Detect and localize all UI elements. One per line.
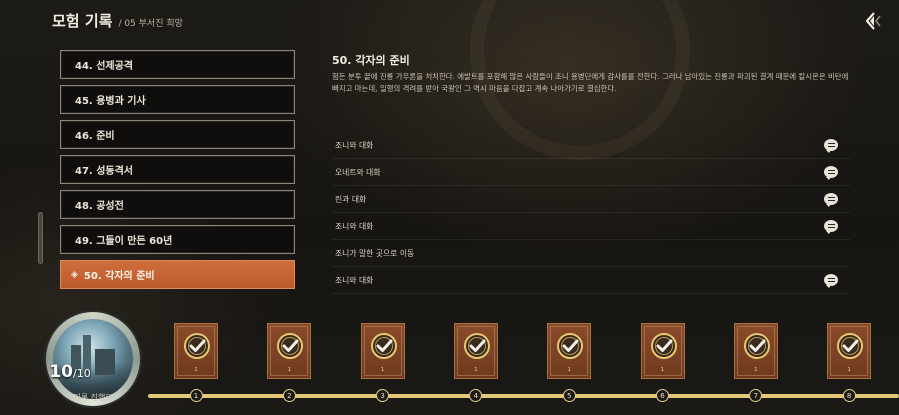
timeline-node-6[interactable]: 6 <box>656 389 669 402</box>
page-subtitle: / 05 부서진 희망 <box>118 19 183 29</box>
card-number: 1 <box>194 367 198 373</box>
check-badge-icon <box>370 333 397 359</box>
record-card[interactable]: 1 <box>453 323 498 379</box>
chapter-detail-title: 50. 각자의 준비 <box>332 54 410 67</box>
check-badge-icon <box>743 333 770 359</box>
card-number: 1 <box>660 367 665 373</box>
record-card[interactable]: 1 <box>547 323 592 379</box>
badge-illustration <box>53 319 133 399</box>
chapter-item-45[interactable]: 45. 용병과 기사 <box>60 85 295 114</box>
chapter-item-47[interactable]: 47. 성동격서 <box>60 155 295 184</box>
timeline-node-1[interactable]: 1 <box>189 389 203 402</box>
quest-item[interactable]: 조니와 대화 <box>332 213 850 240</box>
record-card[interactable]: 1 <box>267 323 312 379</box>
chapter-item-49[interactable]: 49. 그들이 만든 60년 <box>60 225 295 254</box>
quest-label: 조니와 대화 <box>335 140 374 150</box>
check-badge-icon <box>184 333 210 359</box>
record-card[interactable]: 1 <box>640 323 685 379</box>
timeline-node-8[interactable]: 8 <box>842 389 856 402</box>
chat-bubble-icon[interactable] <box>824 166 838 180</box>
chat-bubble-icon[interactable] <box>824 193 838 207</box>
quest-label: 조니와 대화 <box>335 221 374 231</box>
timeline-node-2[interactable]: 2 <box>282 389 296 402</box>
chapter-item-48[interactable]: 48. 공성전 <box>60 190 295 219</box>
chat-bubble-icon[interactable] <box>824 220 838 234</box>
chapter-label: 47. 성동격서 <box>75 166 133 177</box>
chapter-label: 46. 준비 <box>75 131 115 142</box>
record-card[interactable]: 1 <box>174 323 218 379</box>
timeline-node-3[interactable]: 3 <box>376 389 390 402</box>
progress-label: 기록 진행도 <box>73 393 113 402</box>
chapter-label: 45. 용병과 기사 <box>75 96 146 107</box>
back-button[interactable] <box>862 10 888 32</box>
chapter-list-scrollbar[interactable] <box>38 212 43 264</box>
check-badge-icon <box>277 333 304 359</box>
chapter-label: 49. 그들이 만든 60년 <box>75 236 173 247</box>
quest-item[interactable]: 조니가 말한 곳으로 이동 <box>332 240 850 267</box>
chapter-label: 48. 공성전 <box>75 201 124 212</box>
chapter-item-46[interactable]: 46. 준비 <box>60 120 295 149</box>
card-number: 1 <box>847 367 851 373</box>
check-badge-icon <box>463 333 490 359</box>
back-arrow-icon <box>865 12 881 30</box>
check-badge-icon <box>650 333 677 359</box>
check-badge-icon <box>837 333 864 359</box>
progress-count: 10/10 <box>0 362 140 382</box>
chat-bubble-icon[interactable] <box>824 274 838 288</box>
timeline-track <box>148 394 899 398</box>
check-badge-icon <box>557 333 584 359</box>
card-number: 1 <box>567 367 571 373</box>
quest-item[interactable]: 조니와 대화 <box>332 267 850 294</box>
selected-marker-icon: ◈ <box>71 269 78 280</box>
record-card[interactable]: 1 <box>827 323 872 379</box>
progress-total: /10 <box>72 367 91 380</box>
quest-list: 조니와 대화 오네트와 대화 린과 대화 조니와 대화 조니가 말한 곳으로 이… <box>332 132 850 294</box>
record-card[interactable]: 1 <box>733 323 778 379</box>
chat-bubble-icon[interactable] <box>824 139 838 153</box>
timeline-node-5[interactable]: 5 <box>562 389 576 402</box>
quest-item[interactable]: 조니와 대화 <box>332 132 850 159</box>
card-number: 1 <box>474 367 478 373</box>
quest-label: 조니가 말한 곳으로 이동 <box>335 248 415 258</box>
chapter-item-44[interactable]: 44. 선제공격 <box>60 50 295 79</box>
page-title: 모험 기록 <box>52 12 113 30</box>
quest-item[interactable]: 오네트와 대화 <box>332 159 850 186</box>
card-number: 1 <box>381 367 385 373</box>
progress-current: 10 <box>49 362 73 382</box>
chapter-label: 50. 각자의 준비 <box>83 271 155 282</box>
card-number: 1 <box>287 367 291 373</box>
record-card[interactable]: 1 <box>360 323 405 379</box>
page-header: 모험 기록 / 05 부서진 희망 <box>52 10 183 31</box>
quest-label: 오네트와 대화 <box>335 167 381 177</box>
card-number: 1 <box>754 367 758 373</box>
chapter-list: 44. 선제공격 45. 용병과 기사 46. 준비 47. 성동격서 48. … <box>60 50 296 292</box>
quest-label: 조니와 대화 <box>335 275 374 285</box>
chapter-item-50-selected[interactable]: ◈ 50. 각자의 준비 <box>60 260 295 289</box>
quest-label: 린과 대화 <box>335 194 367 204</box>
chapter-label: 44. 선제공격 <box>75 61 133 72</box>
chapter-description: 험든 분투 끝에 진룡 가우론을 처치한다. 에발트를 포함해 많은 사람들이 … <box>332 72 849 93</box>
quest-item[interactable]: 린과 대화 <box>332 186 850 213</box>
